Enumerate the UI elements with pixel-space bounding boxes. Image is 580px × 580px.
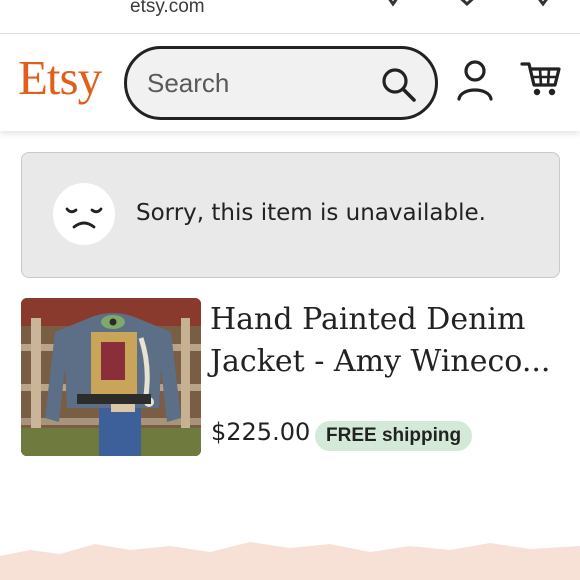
search-icon[interactable] (381, 67, 417, 103)
browser-download-icon[interactable] (382, 0, 404, 12)
etsy-logo[interactable]: Etsy (18, 53, 102, 102)
unavailable-message: Sorry, this item is unavailable. (136, 200, 486, 226)
sad-face-icon (53, 183, 115, 245)
browser-url[interactable]: etsy.com (130, 0, 205, 18)
listing-card[interactable]: Hand Painted Denim Jacket - Amy Wineco..… (21, 298, 560, 458)
browser-menu-icon[interactable] (535, 0, 551, 12)
listing-price: $225.00 (211, 418, 311, 446)
footer-decoration (0, 542, 580, 580)
account-icon[interactable] (456, 59, 494, 101)
listing-title-line[interactable]: Hand Painted Denim (210, 299, 555, 341)
unavailable-notice: Sorry, this item is unavailable. (21, 152, 560, 278)
listing-thumbnail[interactable] (21, 298, 201, 456)
search-input[interactable] (147, 63, 367, 103)
browser-bookmark-star-icon[interactable] (454, 0, 480, 12)
cart-icon[interactable] (520, 59, 562, 99)
search-bar[interactable] (124, 46, 438, 120)
listing-title-line[interactable]: Jacket - Amy Wineco... (210, 341, 555, 383)
site-header: Etsy (0, 35, 580, 131)
listing-title[interactable]: Hand Painted Denim Jacket - Amy Wineco..… (210, 299, 555, 383)
free-shipping-badge: FREE shipping (315, 421, 473, 451)
browser-url-bar[interactable]: etsy.com (0, 0, 580, 34)
